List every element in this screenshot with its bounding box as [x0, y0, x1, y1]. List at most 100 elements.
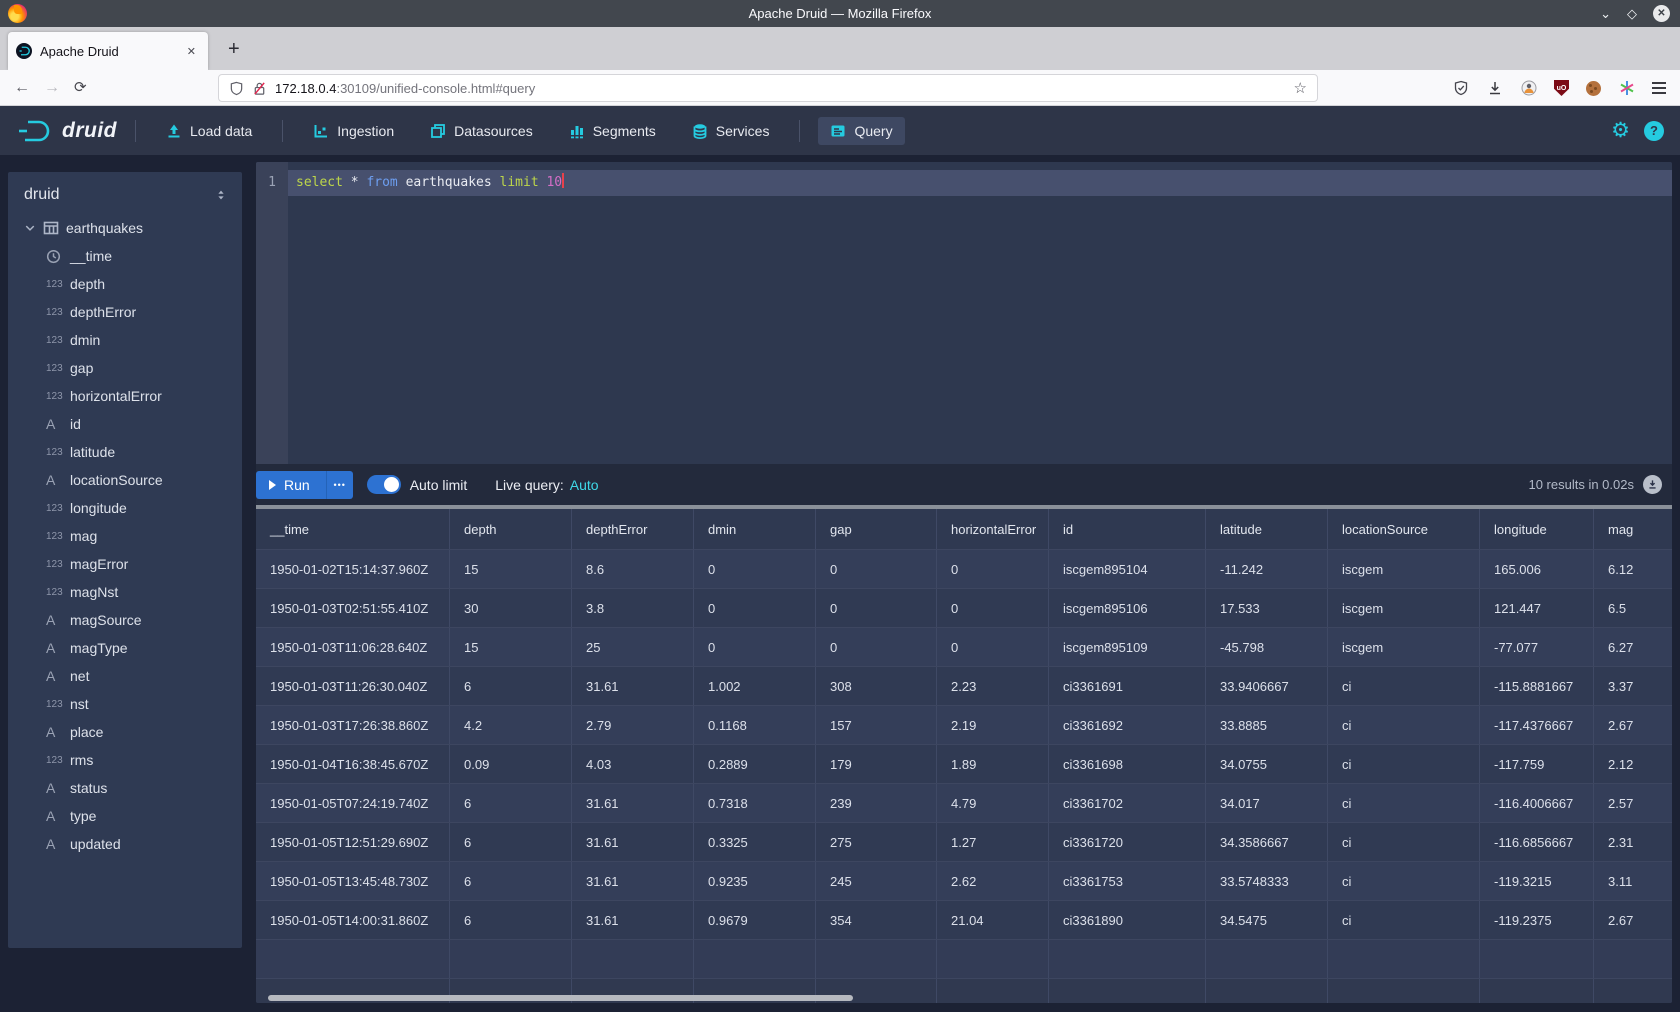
table-cell[interactable]: 8.6	[572, 550, 694, 588]
table-cell[interactable]: 0	[816, 550, 937, 588]
column-header[interactable]: horizontalError	[937, 509, 1049, 549]
table-cell[interactable]: 6.12	[1594, 550, 1672, 588]
table-cell[interactable]: 0.09	[450, 745, 572, 783]
table-cell[interactable]: 1950-01-03T11:26:30.040Z	[256, 667, 450, 705]
nav-ingestion[interactable]: Ingestion	[301, 117, 406, 145]
sort-carets-icon[interactable]	[214, 188, 228, 202]
table-cell[interactable]: 33.5748333	[1206, 862, 1328, 900]
column-header[interactable]: depth	[450, 509, 572, 549]
table-cell[interactable]: 6	[450, 901, 572, 939]
table-cell[interactable]: 1950-01-02T15:14:37.960Z	[256, 550, 450, 588]
table-cell[interactable]: 6.5	[1594, 589, 1672, 627]
schema-name[interactable]: druid	[24, 186, 60, 204]
back-icon[interactable]: ←	[14, 80, 30, 96]
sidebar-item-column[interactable]: 123nst	[8, 690, 242, 718]
table-cell[interactable]: -115.8881667	[1480, 667, 1594, 705]
column-header[interactable]: gap	[816, 509, 937, 549]
sidebar-item-column[interactable]: Aid	[8, 410, 242, 438]
table-cell[interactable]: 1950-01-05T13:45:48.730Z	[256, 862, 450, 900]
table-cell[interactable]: 0.7318	[694, 784, 816, 822]
sidebar-item-column[interactable]: 123horizontalError	[8, 382, 242, 410]
sidebar-item-column[interactable]: AmagSource	[8, 606, 242, 634]
column-header[interactable]: longitude	[1480, 509, 1594, 549]
table-cell[interactable]: 0	[694, 550, 816, 588]
menu-icon[interactable]	[1652, 82, 1666, 94]
table-cell[interactable]: 6	[450, 823, 572, 861]
table-cell[interactable]: ci	[1328, 823, 1480, 861]
table-cell[interactable]: 2.23	[937, 667, 1049, 705]
url-text[interactable]: 172.18.0.4:30109/unified-console.html#qu…	[275, 81, 1286, 96]
sidebar-item-column[interactable]: 123magNst	[8, 578, 242, 606]
table-cell[interactable]: ci	[1328, 784, 1480, 822]
table-cell[interactable]: 2.19	[937, 706, 1049, 744]
bookmark-star-icon[interactable]: ☆	[1294, 79, 1307, 97]
table-cell[interactable]: 4.79	[937, 784, 1049, 822]
container-extension-icon[interactable]	[1520, 80, 1537, 97]
asterisk-extension-icon[interactable]	[1618, 80, 1635, 97]
table-cell[interactable]: 354	[816, 901, 937, 939]
run-more-button[interactable]: •••	[326, 471, 353, 499]
sidebar-item-column[interactable]: 123depthError	[8, 298, 242, 326]
sidebar-item-column[interactable]: 123mag	[8, 522, 242, 550]
table-cell[interactable]: 3.11	[1594, 862, 1672, 900]
table-cell[interactable]: 1950-01-03T17:26:38.860Z	[256, 706, 450, 744]
column-header[interactable]: mag	[1594, 509, 1672, 549]
table-cell[interactable]: -116.4006667	[1480, 784, 1594, 822]
table-cell[interactable]: 0.1168	[694, 706, 816, 744]
table-cell[interactable]: ci	[1328, 706, 1480, 744]
table-cell[interactable]: iscgem	[1328, 550, 1480, 588]
table-cell[interactable]: 0.2889	[694, 745, 816, 783]
table-cell[interactable]: 17.533	[1206, 589, 1328, 627]
insecure-lock-icon[interactable]	[252, 81, 267, 96]
table-cell[interactable]: 121.447	[1480, 589, 1594, 627]
table-cell[interactable]: ci	[1328, 745, 1480, 783]
protections-shield-icon[interactable]	[1452, 80, 1469, 97]
table-cell[interactable]: 0	[694, 589, 816, 627]
table-cell[interactable]: 2.12	[1594, 745, 1672, 783]
table-cell[interactable]: -117.4376667	[1480, 706, 1594, 744]
table-cell[interactable]: 31.61	[572, 823, 694, 861]
ublock-origin-icon[interactable]: uO	[1554, 80, 1569, 96]
table-cell[interactable]: 179	[816, 745, 937, 783]
sidebar-item-column[interactable]: Anet	[8, 662, 242, 690]
table-cell[interactable]: -119.3215	[1480, 862, 1594, 900]
nav-query[interactable]: Query	[818, 117, 904, 145]
table-cell[interactable]: 30	[450, 589, 572, 627]
table-cell[interactable]: ci3361691	[1049, 667, 1206, 705]
table-cell[interactable]: 1.89	[937, 745, 1049, 783]
table-cell[interactable]: -117.759	[1480, 745, 1594, 783]
table-cell[interactable]: 165.006	[1480, 550, 1594, 588]
table-cell[interactable]: 3.37	[1594, 667, 1672, 705]
table-cell[interactable]: 6	[450, 862, 572, 900]
forward-icon[interactable]: →	[44, 80, 60, 96]
sidebar-item-column[interactable]: 123longitude	[8, 494, 242, 522]
tab-close-icon[interactable]: ✕	[183, 43, 200, 60]
table-cell[interactable]: 275	[816, 823, 937, 861]
live-query-value[interactable]: Auto	[570, 477, 599, 493]
table-cell[interactable]: ci3361692	[1049, 706, 1206, 744]
table-cell[interactable]: -116.6856667	[1480, 823, 1594, 861]
url-bar[interactable]: 172.18.0.4:30109/unified-console.html#qu…	[218, 74, 1318, 102]
table-cell[interactable]: 308	[816, 667, 937, 705]
table-cell[interactable]: 0	[816, 628, 937, 666]
nav-segments[interactable]: Segments	[557, 117, 668, 145]
table-cell[interactable]: 1.002	[694, 667, 816, 705]
nav-datasources[interactable]: Datasources	[418, 117, 545, 145]
column-header[interactable]: latitude	[1206, 509, 1328, 549]
table-cell[interactable]: 1950-01-03T11:06:28.640Z	[256, 628, 450, 666]
sql-editor[interactable]: 1 select * from earthquakes limit 10	[256, 162, 1672, 464]
table-cell[interactable]: 21.04	[937, 901, 1049, 939]
sidebar-item-column[interactable]: 123depth	[8, 270, 242, 298]
table-cell[interactable]: 4.2	[450, 706, 572, 744]
chevron-down-icon[interactable]	[24, 222, 36, 234]
sidebar-item-column[interactable]: 123gap	[8, 354, 242, 382]
column-header[interactable]: __time	[256, 509, 450, 549]
table-cell[interactable]: ci	[1328, 901, 1480, 939]
table-cell[interactable]: 0	[694, 628, 816, 666]
table-cell[interactable]: ci	[1328, 862, 1480, 900]
reload-icon[interactable]: ⟳	[74, 80, 87, 95]
table-cell[interactable]: -45.798	[1206, 628, 1328, 666]
table-cell[interactable]: 1.27	[937, 823, 1049, 861]
table-cell[interactable]: 157	[816, 706, 937, 744]
table-cell[interactable]: 0.9679	[694, 901, 816, 939]
